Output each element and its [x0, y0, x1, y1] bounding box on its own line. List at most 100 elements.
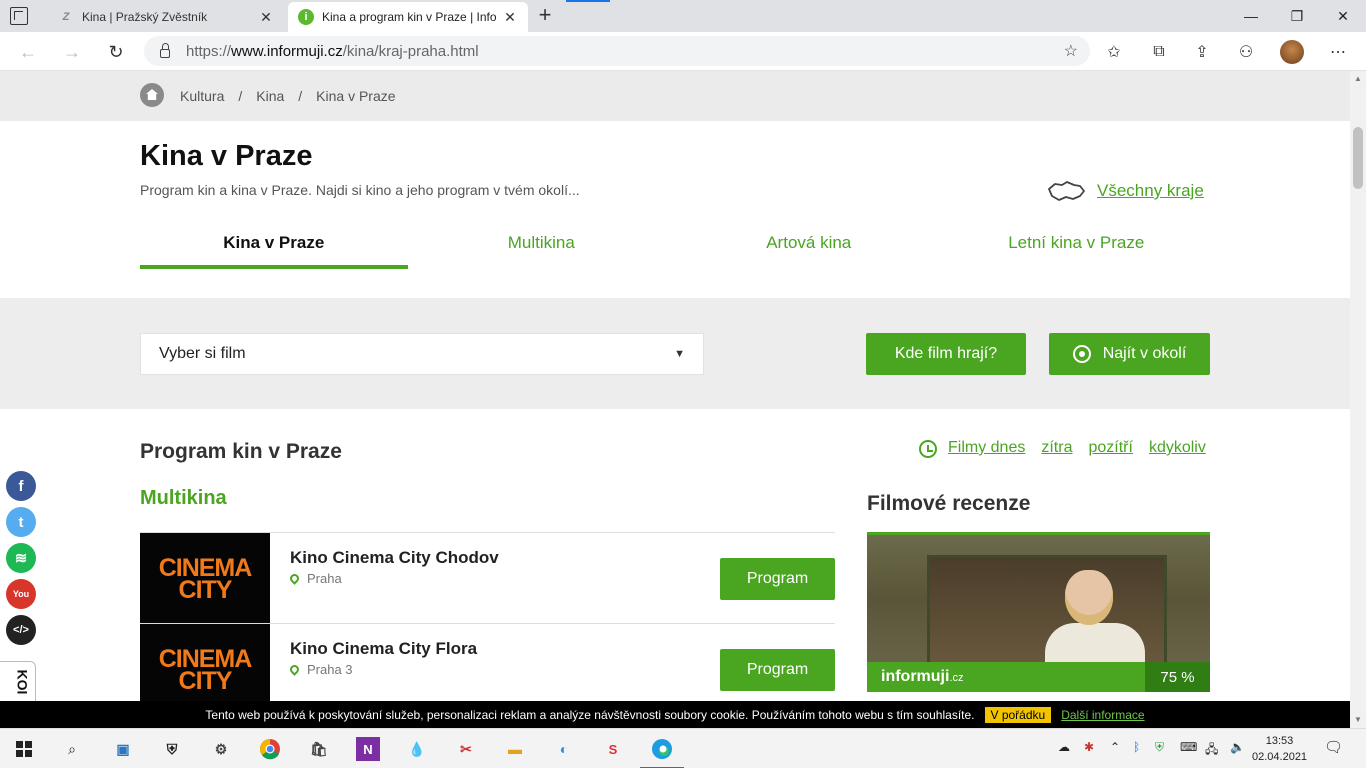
youtube-icon[interactable]: You [6, 579, 36, 609]
maximize-button[interactable]: ❐ [1274, 0, 1320, 32]
facebook-icon[interactable]: f [6, 471, 36, 501]
film-search-band: Vyber si film ▼ Kde film hrají? Najít v … [0, 298, 1350, 409]
windows-start-icon[interactable] [12, 737, 36, 761]
side-tab-label: KOI [14, 669, 31, 695]
scroll-up-icon[interactable]: ▲ [1350, 71, 1366, 87]
find-nearby-button[interactable]: Najít v okolí [1049, 333, 1210, 375]
page-scrollbar[interactable]: ▲ ▼ [1350, 71, 1366, 728]
share-icon[interactable]: ⇪ [1190, 40, 1214, 64]
breadcrumb: Kultura / Kina / Kina v Praze [180, 88, 396, 104]
side-feedback-tab[interactable]: KOI [0, 661, 36, 701]
favorites-icon[interactable]: ✩ [1102, 40, 1126, 64]
cinema-location: Praha 3 [288, 662, 353, 677]
forward-icon[interactable]: → [58, 38, 86, 66]
cookie-bar: Tento web používá k poskytování služeb, … [0, 701, 1350, 728]
store-icon[interactable]: 🛍 [307, 737, 331, 761]
breadcrumb-separator: / [238, 88, 243, 104]
day-link-anytime[interactable]: kdykoliv [1149, 439, 1206, 457]
home-icon[interactable] [140, 83, 164, 107]
tab-kina-v-praze[interactable]: Kina v Praze [140, 221, 408, 269]
search-icon[interactable]: ⌕ [60, 737, 84, 761]
subtab-bar: Kina v Praze Multikina Artová kina Letní… [140, 221, 1210, 269]
bluetooth-icon[interactable]: ᛒ [1133, 740, 1140, 754]
breadcrumb-kina[interactable]: Kina [256, 88, 284, 104]
day-link-day-after[interactable]: pozítří [1088, 439, 1132, 457]
cinema-name[interactable]: Kino Cinema City Flora [290, 639, 477, 659]
back-icon[interactable]: ← [14, 38, 42, 66]
cinema-location: Praha [288, 571, 342, 586]
file-explorer-icon[interactable]: ▬ [503, 737, 527, 761]
settings-gear-icon[interactable]: ⚙ [209, 737, 233, 761]
security-shield-icon[interactable]: ⛨ [160, 737, 184, 761]
more-menu-icon[interactable]: ⋯ [1326, 40, 1350, 64]
control-panel-icon[interactable]: ▣ [111, 737, 135, 761]
all-regions-link[interactable]: Všechny kraje [1097, 181, 1204, 201]
page-title: Kina v Praze [140, 140, 313, 172]
address-bar[interactable]: https://www.informuji.cz/kina/kraj-praha… [144, 36, 1090, 66]
film-select[interactable]: Vyber si film ▼ [140, 333, 704, 375]
reviews-title: Filmové recenze [867, 492, 1031, 515]
program-button[interactable]: Program [720, 558, 835, 600]
embed-code-icon[interactable]: </> [6, 615, 36, 645]
extensions-icon[interactable]: ⚇ [1234, 40, 1258, 64]
cinema-list: CINEMA CITY Kino Cinema City Chodov Prah… [140, 532, 835, 701]
program-button[interactable]: Program [720, 649, 835, 691]
close-tab-icon[interactable]: ✕ [258, 9, 274, 26]
tab-artova-kina[interactable]: Artová kina [675, 221, 943, 269]
cinema-name[interactable]: Kino Cinema City Chodov [290, 548, 499, 568]
chevron-down-icon: ▼ [674, 348, 685, 360]
paint-drop-icon[interactable]: 💧 [405, 737, 429, 761]
day-link-tomorrow[interactable]: zítra [1041, 439, 1072, 457]
scrollbar-thumb[interactable] [1353, 127, 1363, 189]
keyboard-icon[interactable]: ⌨ [1180, 740, 1197, 754]
twitter-icon[interactable]: t [6, 507, 36, 537]
where-playing-button[interactable]: Kde film hrají? [866, 333, 1026, 375]
network-icon[interactable]: 🖧 [1205, 740, 1218, 761]
antivirus-icon[interactable]: ✱ [1084, 740, 1094, 754]
onedrive-icon[interactable]: ☁ [1058, 740, 1070, 754]
breadcrumb-separator: / [298, 88, 303, 104]
cinema-city-logo[interactable]: CINEMA CITY [140, 533, 270, 624]
snipping-tool-icon[interactable]: ✂ [454, 737, 478, 761]
app-s-icon[interactable]: S [601, 737, 625, 761]
clock-date: 02.04.2021 [1252, 751, 1308, 763]
onenote-icon[interactable]: N [356, 737, 380, 761]
cinema-city-logo[interactable]: CINEMA CITY [140, 624, 270, 701]
browser-tab-2[interactable]: i Kina a program kin v Praze | Info ✕ [288, 2, 528, 32]
volume-icon[interactable]: 🔈 [1230, 740, 1245, 754]
czech-map-icon [1048, 181, 1085, 201]
tray-overflow-icon[interactable]: ⌃ [1110, 740, 1120, 754]
tab-actions-icon[interactable] [10, 7, 28, 25]
minimize-button[interactable]: — [1228, 0, 1274, 32]
security-tray-icon[interactable]: ⛨ [1155, 740, 1164, 755]
film-select-value: Vyber si film [159, 345, 246, 362]
breadcrumb-kultura[interactable]: Kultura [180, 88, 224, 104]
mail-app-icon[interactable]: ◐ [552, 737, 576, 761]
spotify-icon[interactable]: ≋ [6, 543, 36, 573]
refresh-icon[interactable]: ↻ [102, 38, 130, 66]
breadcrumb-band: Kultura / Kina / Kina v Praze [0, 71, 1350, 121]
chrome-icon[interactable] [258, 737, 282, 761]
add-favorite-icon[interactable]: ☆ [1064, 41, 1078, 61]
taskbar-clock[interactable]: 13:53 02.04.2021 [1252, 733, 1307, 765]
review-score: 75 % [1145, 662, 1210, 692]
profile-avatar[interactable] [1280, 40, 1304, 64]
tab-letni-kina[interactable]: Letní kina v Praze [943, 221, 1211, 269]
find-nearby-label: Najít v okolí [1102, 345, 1187, 362]
collections-icon[interactable]: ⧉ [1147, 40, 1171, 64]
tab-multikina[interactable]: Multikina [408, 221, 676, 269]
page-viewport: Kultura / Kina / Kina v Praze Kina v Pra… [0, 71, 1350, 701]
review-card[interactable]: informuji.cz 75 % [867, 532, 1210, 692]
cinema-row: CINEMA CITY Kino Cinema City Chodov Prah… [140, 532, 835, 624]
review-strip: informuji.cz 75 % [867, 662, 1210, 692]
cookie-more-link[interactable]: Další informace [1061, 708, 1144, 722]
new-tab-button[interactable]: + [534, 4, 556, 26]
close-window-button[interactable]: ✕ [1320, 0, 1366, 32]
cookie-accept-button[interactable]: V pořádku [984, 706, 1052, 723]
scroll-down-icon[interactable]: ▼ [1350, 712, 1366, 728]
notifications-icon[interactable]: 🗨 [1324, 738, 1343, 756]
browser-tab-1[interactable]: Z Kina | Pražský Zvěstník ✕ [48, 2, 284, 32]
close-tab-icon[interactable]: ✕ [502, 9, 518, 26]
day-link-today[interactable]: Filmy dnes [948, 439, 1025, 457]
edge-icon[interactable] [640, 737, 684, 768]
